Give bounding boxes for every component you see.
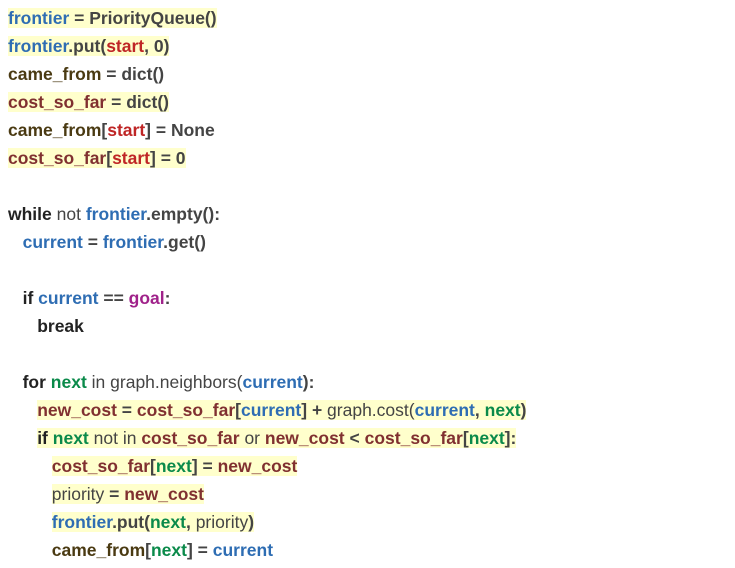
- var-cost-so-far: cost_so_far: [137, 400, 235, 420]
- call-priorityqueue: PriorityQueue(): [89, 8, 216, 28]
- line-5: came_from[start] = None: [8, 120, 215, 140]
- line-came-from: came_from[next] = current: [8, 540, 273, 560]
- blank-line: [8, 260, 13, 280]
- kw-in: in: [92, 372, 106, 392]
- line-for: for next in graph.neighbors(current):: [8, 372, 314, 392]
- var-frontier: frontier: [103, 232, 163, 252]
- var-next: next: [150, 512, 186, 532]
- code-block: frontier = PriorityQueue() frontier.put(…: [0, 0, 735, 568]
- cparen: ): [248, 512, 254, 532]
- var-frontier: frontier: [86, 204, 146, 224]
- var-next: next: [53, 428, 89, 448]
- line-assign-cost: cost_so_far[next] = new_cost: [8, 456, 297, 476]
- var-came-from: came_from: [8, 64, 101, 84]
- line-break: break: [8, 316, 84, 336]
- line-3: came_from = dict(): [8, 64, 164, 84]
- var-cost-so-far: cost_so_far: [8, 92, 106, 112]
- op-lt: <: [350, 428, 360, 448]
- kw-while: while: [8, 204, 52, 224]
- call-neighbors: graph.neighbors(: [110, 372, 242, 392]
- cparen: ):: [303, 372, 315, 392]
- var-frontier: frontier: [8, 36, 68, 56]
- var-current: current: [241, 400, 301, 420]
- comma: ,: [144, 36, 154, 56]
- line-1: frontier = PriorityQueue(): [8, 8, 217, 28]
- var-next: next: [51, 372, 87, 392]
- var-came-from: came_from: [8, 120, 101, 140]
- kw-or: or: [244, 428, 260, 448]
- var-current: current: [415, 400, 475, 420]
- var-frontier: frontier: [8, 8, 69, 28]
- method-put: .put(: [68, 36, 106, 56]
- op-eq: =: [106, 92, 126, 112]
- op-eqeq: ==: [103, 288, 123, 308]
- line-put: frontier.put(next, priority): [8, 512, 254, 532]
- var-goal: goal: [129, 288, 165, 308]
- kw-if: if: [37, 428, 48, 448]
- line-4: cost_so_far = dict(): [8, 92, 169, 112]
- var-next: next: [469, 428, 505, 448]
- method-get: .get(): [163, 232, 206, 252]
- line-newcost: new_cost = cost_so_far[current] + graph.…: [8, 400, 526, 420]
- cparen: ): [164, 36, 170, 56]
- num-zero: 0: [154, 36, 164, 56]
- line-priority: priority = new_cost: [8, 484, 204, 504]
- op-eq: =: [151, 120, 171, 140]
- var-next: next: [151, 540, 187, 560]
- method-put: .put(: [112, 512, 150, 532]
- val-none: None: [171, 120, 215, 140]
- line-6: cost_so_far[start] = 0: [8, 148, 186, 168]
- colon: :: [511, 428, 517, 448]
- var-new-cost: new_cost: [265, 428, 345, 448]
- op-eq: =: [101, 64, 121, 84]
- var-cost-so-far: cost_so_far: [365, 428, 463, 448]
- call-dict: dict(): [126, 92, 169, 112]
- op-eq: =: [83, 232, 103, 252]
- var-new-cost: new_cost: [37, 400, 117, 420]
- op-eq: =: [69, 8, 89, 28]
- var-start: start: [106, 36, 144, 56]
- var-current: current: [242, 372, 302, 392]
- var-came-from: came_from: [52, 540, 145, 560]
- kw-not-in: not in: [94, 428, 137, 448]
- var-current: current: [38, 288, 98, 308]
- var-new-cost: new_cost: [124, 484, 204, 504]
- num-zero: 0: [176, 148, 186, 168]
- var-priority: priority: [52, 484, 105, 504]
- kw-if: if: [23, 288, 34, 308]
- var-cost-so-far: cost_so_far: [8, 148, 106, 168]
- op-eq: =: [156, 148, 176, 168]
- blank-line: [8, 344, 13, 364]
- var-start: start: [112, 148, 150, 168]
- cparen: ): [521, 400, 527, 420]
- line-current-get: current = frontier.get(): [8, 232, 206, 252]
- var-priority: priority: [196, 512, 249, 532]
- call-dict: dict(): [121, 64, 164, 84]
- var-next: next: [156, 456, 192, 476]
- var-current: current: [23, 232, 83, 252]
- kw-not: not: [57, 204, 81, 224]
- line-2: frontier.put(start, 0): [8, 36, 169, 56]
- method-empty: .empty():: [146, 204, 220, 224]
- var-next: next: [485, 400, 521, 420]
- kw-break: break: [37, 316, 84, 336]
- var-current: current: [213, 540, 273, 560]
- line-if-next: if next not in cost_so_far or new_cost <…: [8, 428, 516, 448]
- kw-for: for: [23, 372, 46, 392]
- call-cost: graph.cost(: [327, 400, 415, 420]
- colon: :: [165, 288, 171, 308]
- var-frontier: frontier: [52, 512, 112, 532]
- var-start: start: [107, 120, 145, 140]
- var-new-cost: new_cost: [218, 456, 298, 476]
- line-if-goal: if current == goal:: [8, 288, 170, 308]
- line-while: while not frontier.empty():: [8, 204, 220, 224]
- var-cost-so-far: cost_so_far: [141, 428, 239, 448]
- var-cost-so-far: cost_so_far: [52, 456, 150, 476]
- blank-line: [8, 176, 13, 196]
